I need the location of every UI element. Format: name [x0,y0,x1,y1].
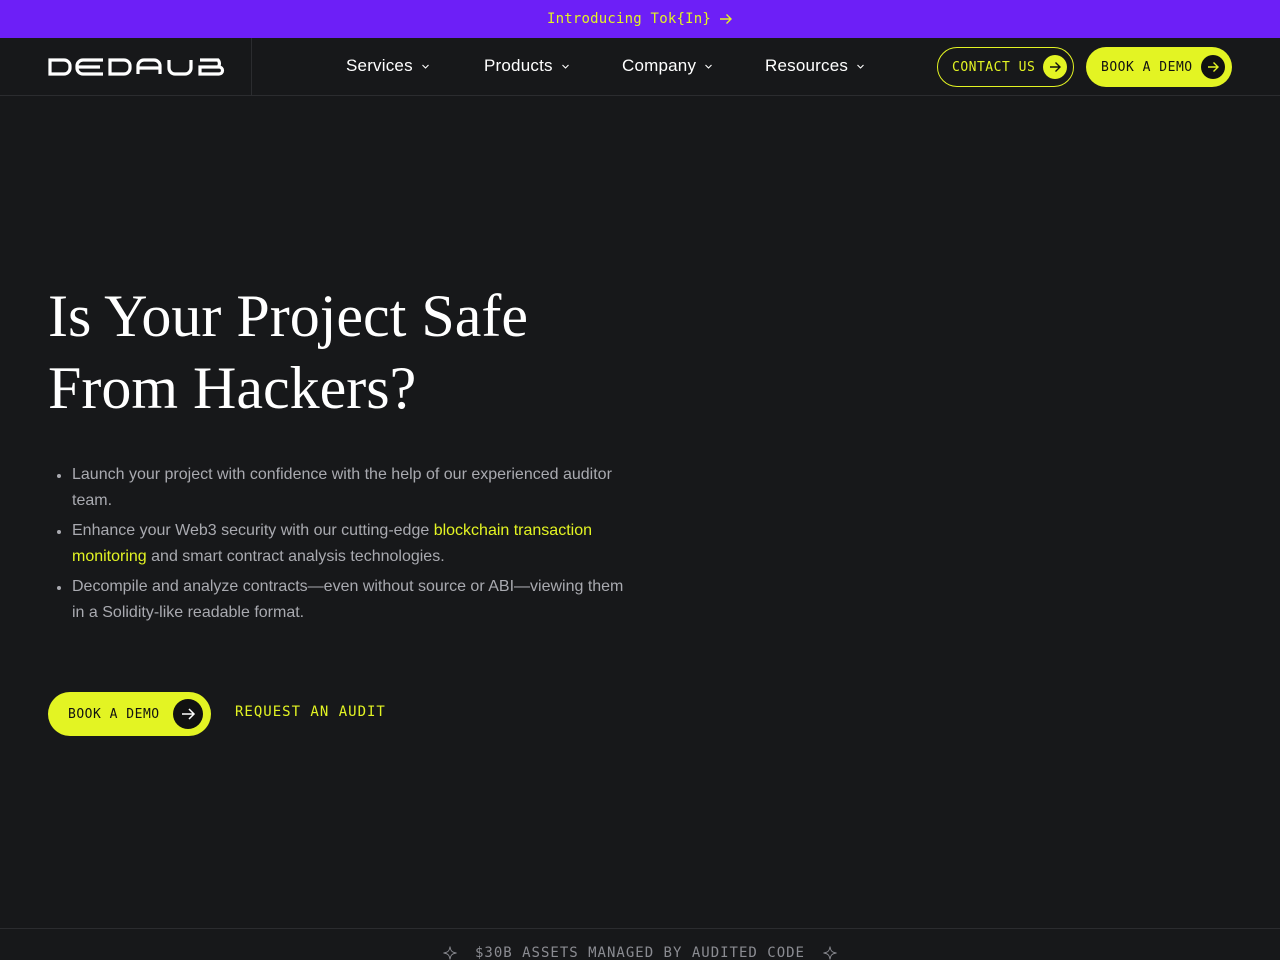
logo-divider [251,38,252,96]
nav-products[interactable]: Products [484,55,570,77]
hero-bullet-text: Enhance your Web3 security with our cutt… [72,522,434,539]
arrow-right-icon [719,12,733,26]
stats-ticker: $30B ASSETS MANAGED BY AUDITED CODE [0,928,1280,960]
chevron-down-icon [704,62,713,71]
hero-bullet: Enhance your Web3 security with our cutt… [48,518,638,570]
announcement-banner[interactable]: Introducing Tok{In} [0,0,1280,38]
chevron-down-icon [421,62,430,71]
header-book-demo-label: BOOK A DEMO [1101,59,1193,75]
nav-products-label: Products [484,56,553,75]
hero-bullet-text: Launch your project with confidence with… [72,466,612,509]
chevron-down-icon [856,62,865,71]
dedaub-logo[interactable] [48,58,228,76]
nav-services-label: Services [346,56,413,75]
chevron-down-icon [561,62,570,71]
hero-bullet: Decompile and analyze contracts—even wit… [48,574,638,626]
hero-bullet-list: Launch your project with confidence with… [48,462,638,630]
arrow-right-icon [1201,55,1225,79]
arrow-right-icon [1043,55,1067,79]
header-book-demo-button[interactable]: BOOK A DEMO [1086,47,1232,87]
banner-text[interactable]: Introducing Tok{In} [547,11,711,27]
hero-book-demo-button[interactable]: BOOK A DEMO [48,692,211,736]
sparkle-icon [823,946,837,960]
nav-resources[interactable]: Resources [765,55,865,77]
hero-title-line1: Is Your Project Safe [48,283,528,349]
contact-us-label: CONTACT US [952,59,1036,75]
arrow-right-icon [173,699,203,729]
stats-text: $30B ASSETS MANAGED BY AUDITED CODE [474,945,805,960]
request-audit-link[interactable]: REQUEST AN AUDIT [235,704,386,724]
nav-services[interactable]: Services [346,55,430,77]
hero-title-line2: From Hackers? [48,355,417,421]
nav-company-label: Company [622,56,697,75]
nav-resources-label: Resources [765,56,849,75]
hero-book-demo-label: BOOK A DEMO [68,706,160,722]
sparkle-icon [443,946,457,960]
top-navbar: Services Products Company Resources CONT… [0,38,1280,96]
hero-bullet-text: and smart contract analysis technologies… [146,548,445,565]
hero-bullet-text: Decompile and analyze contracts—even wit… [72,578,624,621]
nav-company[interactable]: Company [622,55,713,77]
hero-bullet: Launch your project with confidence with… [48,462,638,514]
contact-us-button[interactable]: CONTACT US [937,47,1074,87]
hero-title: Is Your Project Safe From Hackers? [48,280,648,424]
